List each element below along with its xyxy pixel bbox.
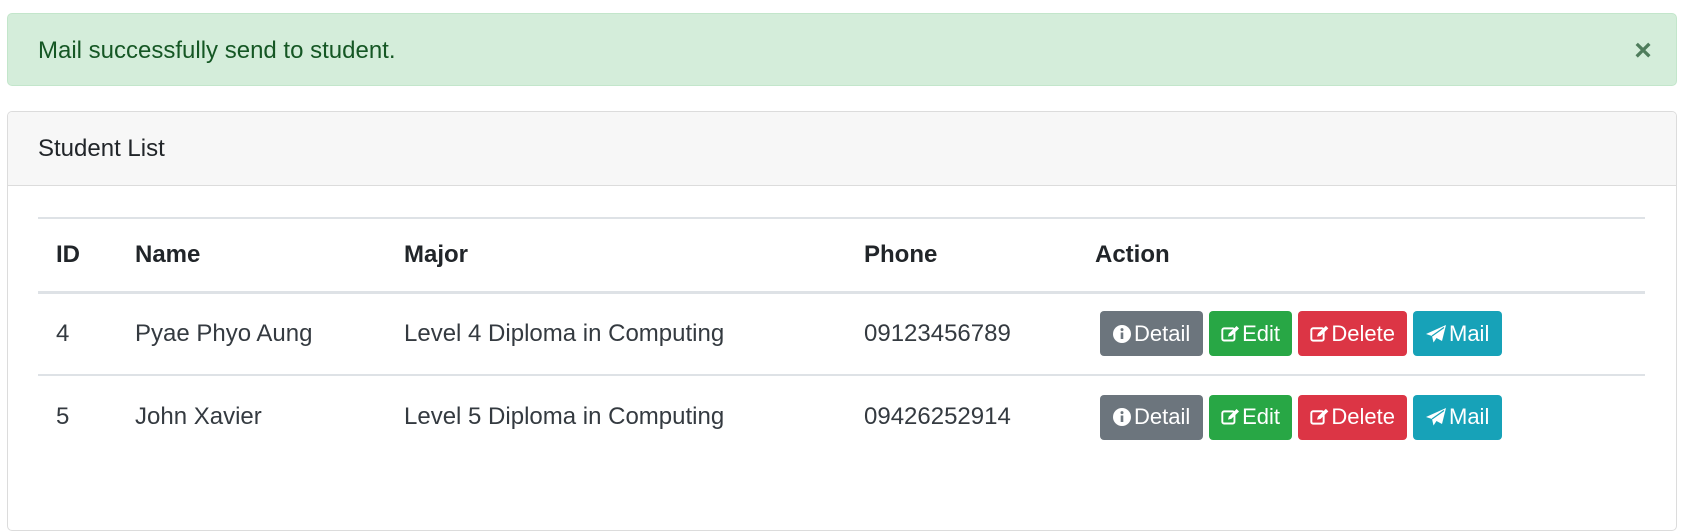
cell-name: John Xavier xyxy=(135,403,262,430)
mail-button-label: Mail xyxy=(1449,404,1490,429)
mail-button[interactable]: Mail xyxy=(1413,311,1502,357)
student-list-card: Student List ID Name Major Phone Action … xyxy=(7,111,1677,531)
detail-button[interactable]: Detail xyxy=(1100,311,1203,357)
delete-button[interactable]: Delete xyxy=(1298,394,1407,440)
card-title: Student List xyxy=(8,112,1676,186)
edit-icon xyxy=(1221,409,1240,425)
table-header-row: ID Name Major Phone Action xyxy=(38,218,1645,292)
edit-button-label: Edit xyxy=(1242,320,1280,346)
info-circle-icon xyxy=(1113,324,1131,343)
table-row: 5 John Xavier Level 5 Diploma in Computi… xyxy=(38,375,1645,458)
delete-button[interactable]: Delete xyxy=(1298,311,1407,357)
column-header-id: ID xyxy=(56,240,80,268)
info-circle-icon xyxy=(1113,408,1131,426)
mail-button[interactable]: Mail xyxy=(1413,394,1502,440)
detail-button-label: Detail xyxy=(1134,320,1191,346)
edit-icon xyxy=(1221,325,1240,342)
cell-id: 4 xyxy=(56,319,70,347)
cell-major: Level 5 Diploma in Computing xyxy=(404,403,725,430)
delete-button-label: Delete xyxy=(1331,320,1395,346)
student-table: ID Name Major Phone Action 4 Pyae Phyo A… xyxy=(38,217,1645,458)
paper-plane-icon xyxy=(1426,408,1446,426)
detail-button[interactable]: Detail xyxy=(1100,394,1203,440)
success-alert: Mail successfully send to student. × xyxy=(7,13,1677,86)
cell-actions: Detail Edit Delete Mail xyxy=(1077,375,1645,458)
column-header-major: Major xyxy=(404,240,469,268)
edit-button[interactable]: Edit xyxy=(1209,311,1292,357)
column-header-name: Name xyxy=(135,240,201,268)
alert-message: Mail successfully send to student. xyxy=(38,37,396,64)
paper-plane-icon xyxy=(1426,324,1446,343)
delete-button-label: Delete xyxy=(1331,404,1395,429)
edit-icon xyxy=(1310,408,1329,425)
column-header-phone: Phone xyxy=(864,240,938,268)
cell-id: 5 xyxy=(56,403,70,430)
close-icon[interactable]: × xyxy=(1628,36,1658,66)
table-row: 4 Pyae Phyo Aung Level 4 Diploma in Comp… xyxy=(38,292,1645,375)
cell-actions: Detail Edit Delete Mail xyxy=(1077,292,1645,375)
edit-button-label: Edit xyxy=(1242,404,1280,429)
detail-button-label: Detail xyxy=(1134,404,1191,429)
edit-icon xyxy=(1310,325,1329,342)
cell-major: Level 4 Diploma in Computing xyxy=(404,319,725,347)
mail-button-label: Mail xyxy=(1449,320,1490,346)
cell-phone: 09426252914 xyxy=(864,403,1011,430)
edit-button[interactable]: Edit xyxy=(1209,394,1292,440)
cell-name: Pyae Phyo Aung xyxy=(135,319,313,347)
cell-phone: 09123456789 xyxy=(864,319,1011,347)
column-header-action: Action xyxy=(1095,240,1170,268)
